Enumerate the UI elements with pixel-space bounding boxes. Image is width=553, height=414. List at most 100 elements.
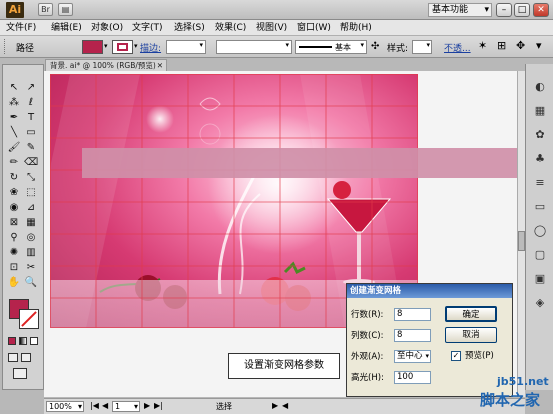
watermark-text: 脚本之家 xyxy=(480,391,541,409)
brushes-panel-icon[interactable]: ✿ xyxy=(532,128,548,142)
free-transform-tool-icon[interactable]: ⬚ xyxy=(24,186,38,199)
chevron-down-icon[interactable]: ▾ xyxy=(104,42,108,50)
color-panel-icon[interactable]: ◐ xyxy=(532,80,548,94)
menu-view[interactable]: 视图(V) xyxy=(256,21,287,35)
highlight-label: 高光(H): xyxy=(351,373,384,383)
lasso-tool-icon[interactable]: ℓ xyxy=(24,96,38,109)
menu-type[interactable]: 文字(T) xyxy=(132,21,163,35)
menu-object[interactable]: 对象(O) xyxy=(91,21,123,35)
color-mode-icon[interactable] xyxy=(8,337,16,345)
zoom-tool-icon[interactable]: 🔍 xyxy=(24,276,38,289)
align-icon[interactable]: ⊞ xyxy=(497,39,506,52)
scroll-left-icon[interactable]: ◀ xyxy=(282,401,288,410)
symbol-sprayer-tool-icon[interactable]: ✺ xyxy=(7,246,21,259)
first-artboard-icon[interactable]: |◀ xyxy=(90,401,99,410)
pencil-tool-icon[interactable]: ✎ xyxy=(24,141,38,154)
menu-window[interactable]: 窗口(W) xyxy=(297,21,331,35)
pen-tool-icon[interactable]: ✒ xyxy=(7,111,21,124)
opacity-label[interactable]: 不透... xyxy=(444,41,471,54)
menu-effect[interactable]: 效果(C) xyxy=(215,21,246,35)
gradient-tool-icon[interactable]: ▦ xyxy=(24,216,38,229)
blob-brush-tool-icon[interactable]: ✏ xyxy=(7,156,21,169)
artboard-select[interactable]: 1 ▾ xyxy=(112,401,140,412)
magic-wand-tool-icon[interactable]: ⁂ xyxy=(7,96,21,109)
maximize-button[interactable]: □ xyxy=(514,3,530,17)
brush-select[interactable]: 基本 ▾ xyxy=(295,40,367,54)
appearance-panel-icon[interactable]: ▢ xyxy=(532,248,548,262)
selection-tool-icon[interactable]: ↖ xyxy=(7,81,21,94)
workspace-switcher[interactable]: 基本功能 ▾ xyxy=(428,3,492,17)
slice-tool-icon[interactable]: ✂ xyxy=(24,261,38,274)
chevron-down-icon[interactable]: ▾ xyxy=(134,42,138,50)
line-tool-icon[interactable]: ╲ xyxy=(7,126,21,139)
gradient-panel-icon[interactable]: ▭ xyxy=(532,200,548,214)
draw-behind-icon[interactable] xyxy=(21,353,31,362)
stroke-swatch[interactable] xyxy=(112,40,133,54)
graph-tool-icon[interactable]: ▥ xyxy=(24,246,38,259)
scrollbar-thumb[interactable] xyxy=(518,231,525,251)
hand-tool-icon[interactable]: ✋ xyxy=(7,276,21,289)
cancel-button[interactable]: 取消 xyxy=(445,327,497,343)
mesh-tool-icon[interactable]: ⊠ xyxy=(7,216,21,229)
paintbrush-tool-icon[interactable]: 🖌 xyxy=(7,141,21,154)
draw-normal-icon[interactable] xyxy=(8,353,18,362)
chevron-down-icon: ▾ xyxy=(425,352,429,360)
vertical-scrollbar[interactable] xyxy=(517,71,525,397)
preview-label: 预览(P) xyxy=(465,351,494,361)
stroke-panel-icon[interactable]: ≡ xyxy=(532,176,548,190)
columns-input[interactable]: 8 xyxy=(394,329,431,342)
bridge-icon[interactable]: Br xyxy=(38,3,53,16)
highlight-input[interactable]: 100 xyxy=(394,371,431,384)
document-tab-title: 背景. ai* @ 100% (RGB/预览) xyxy=(50,61,156,70)
ok-button[interactable]: 确定 xyxy=(445,306,497,322)
previous-artboard-icon[interactable]: ◀ xyxy=(102,401,108,410)
appearance-select[interactable]: 至中心 ▾ xyxy=(394,350,431,363)
panel-menu-icon[interactable]: ▾ xyxy=(536,39,542,52)
rows-input[interactable]: 8 xyxy=(394,308,431,321)
shape-builder-tool-icon[interactable]: ◉ xyxy=(7,201,21,214)
menu-help[interactable]: 帮助(H) xyxy=(340,21,372,35)
close-button[interactable]: ✕ xyxy=(533,3,549,17)
eraser-tool-icon[interactable]: ⌫ xyxy=(24,156,38,169)
rectangle-tool-icon[interactable]: ▭ xyxy=(24,126,38,139)
artboard-tool-icon[interactable]: ⊡ xyxy=(7,261,21,274)
rotate-tool-icon[interactable]: ↻ xyxy=(7,171,21,184)
last-artboard-icon[interactable]: ▶| xyxy=(154,401,163,410)
style-select[interactable]: ▾ xyxy=(412,40,432,54)
symbols-panel-icon[interactable]: ♣ xyxy=(532,152,548,166)
zoom-select[interactable]: 100% ▾ xyxy=(46,401,84,412)
recolor-artwork-icon[interactable]: ✶ xyxy=(478,39,487,52)
transform-icon[interactable]: ✥ xyxy=(516,39,525,52)
perspective-grid-tool-icon[interactable]: ⊿ xyxy=(24,201,38,214)
caption-box: 设置渐变网格参数 xyxy=(228,353,340,379)
swatches-panel-icon[interactable]: ▦ xyxy=(532,104,548,118)
graphic-styles-panel-icon[interactable]: ▣ xyxy=(532,272,548,286)
warp-tool-icon[interactable]: ❀ xyxy=(7,186,21,199)
screen-mode-icon[interactable] xyxy=(13,368,27,379)
bullet-icon[interactable]: ✣ xyxy=(371,41,379,52)
scale-tool-icon[interactable]: ⤡ xyxy=(24,171,38,184)
layers-panel-icon[interactable]: ◈ xyxy=(532,296,548,310)
fill-swatch[interactable] xyxy=(82,40,103,54)
status-menu-icon[interactable]: ▶ xyxy=(272,401,278,410)
stroke-label[interactable]: 描边: xyxy=(140,41,161,54)
gradient-mode-icon[interactable] xyxy=(19,337,27,345)
stroke-color-box[interactable] xyxy=(19,309,39,329)
minimize-button[interactable]: – xyxy=(496,3,512,17)
direct-selection-tool-icon[interactable]: ↗ xyxy=(24,81,38,94)
variable-width-select[interactable]: ▾ xyxy=(216,40,292,54)
menu-file[interactable]: 文件(F) xyxy=(6,21,36,35)
menu-edit[interactable]: 编辑(E) xyxy=(51,21,82,35)
blend-tool-icon[interactable]: ◎ xyxy=(24,231,38,244)
next-artboard-icon[interactable]: ▶ xyxy=(144,401,150,410)
transparency-panel-icon[interactable]: ◯ xyxy=(532,224,548,238)
document-tab[interactable]: 背景. ai* @ 100% (RGB/预览) ✕ xyxy=(45,59,167,71)
arrange-documents-icon[interactable]: ▤ xyxy=(58,3,73,16)
stroke-weight-input[interactable]: ▾ xyxy=(166,40,206,54)
eyedropper-tool-icon[interactable]: ⚲ xyxy=(7,231,21,244)
none-mode-icon[interactable] xyxy=(30,337,38,345)
close-tab-icon[interactable]: ✕ xyxy=(157,60,163,71)
preview-checkbox[interactable]: ✓ xyxy=(451,351,461,361)
menu-select[interactable]: 选择(S) xyxy=(174,21,205,35)
type-tool-icon[interactable]: T xyxy=(24,111,38,124)
